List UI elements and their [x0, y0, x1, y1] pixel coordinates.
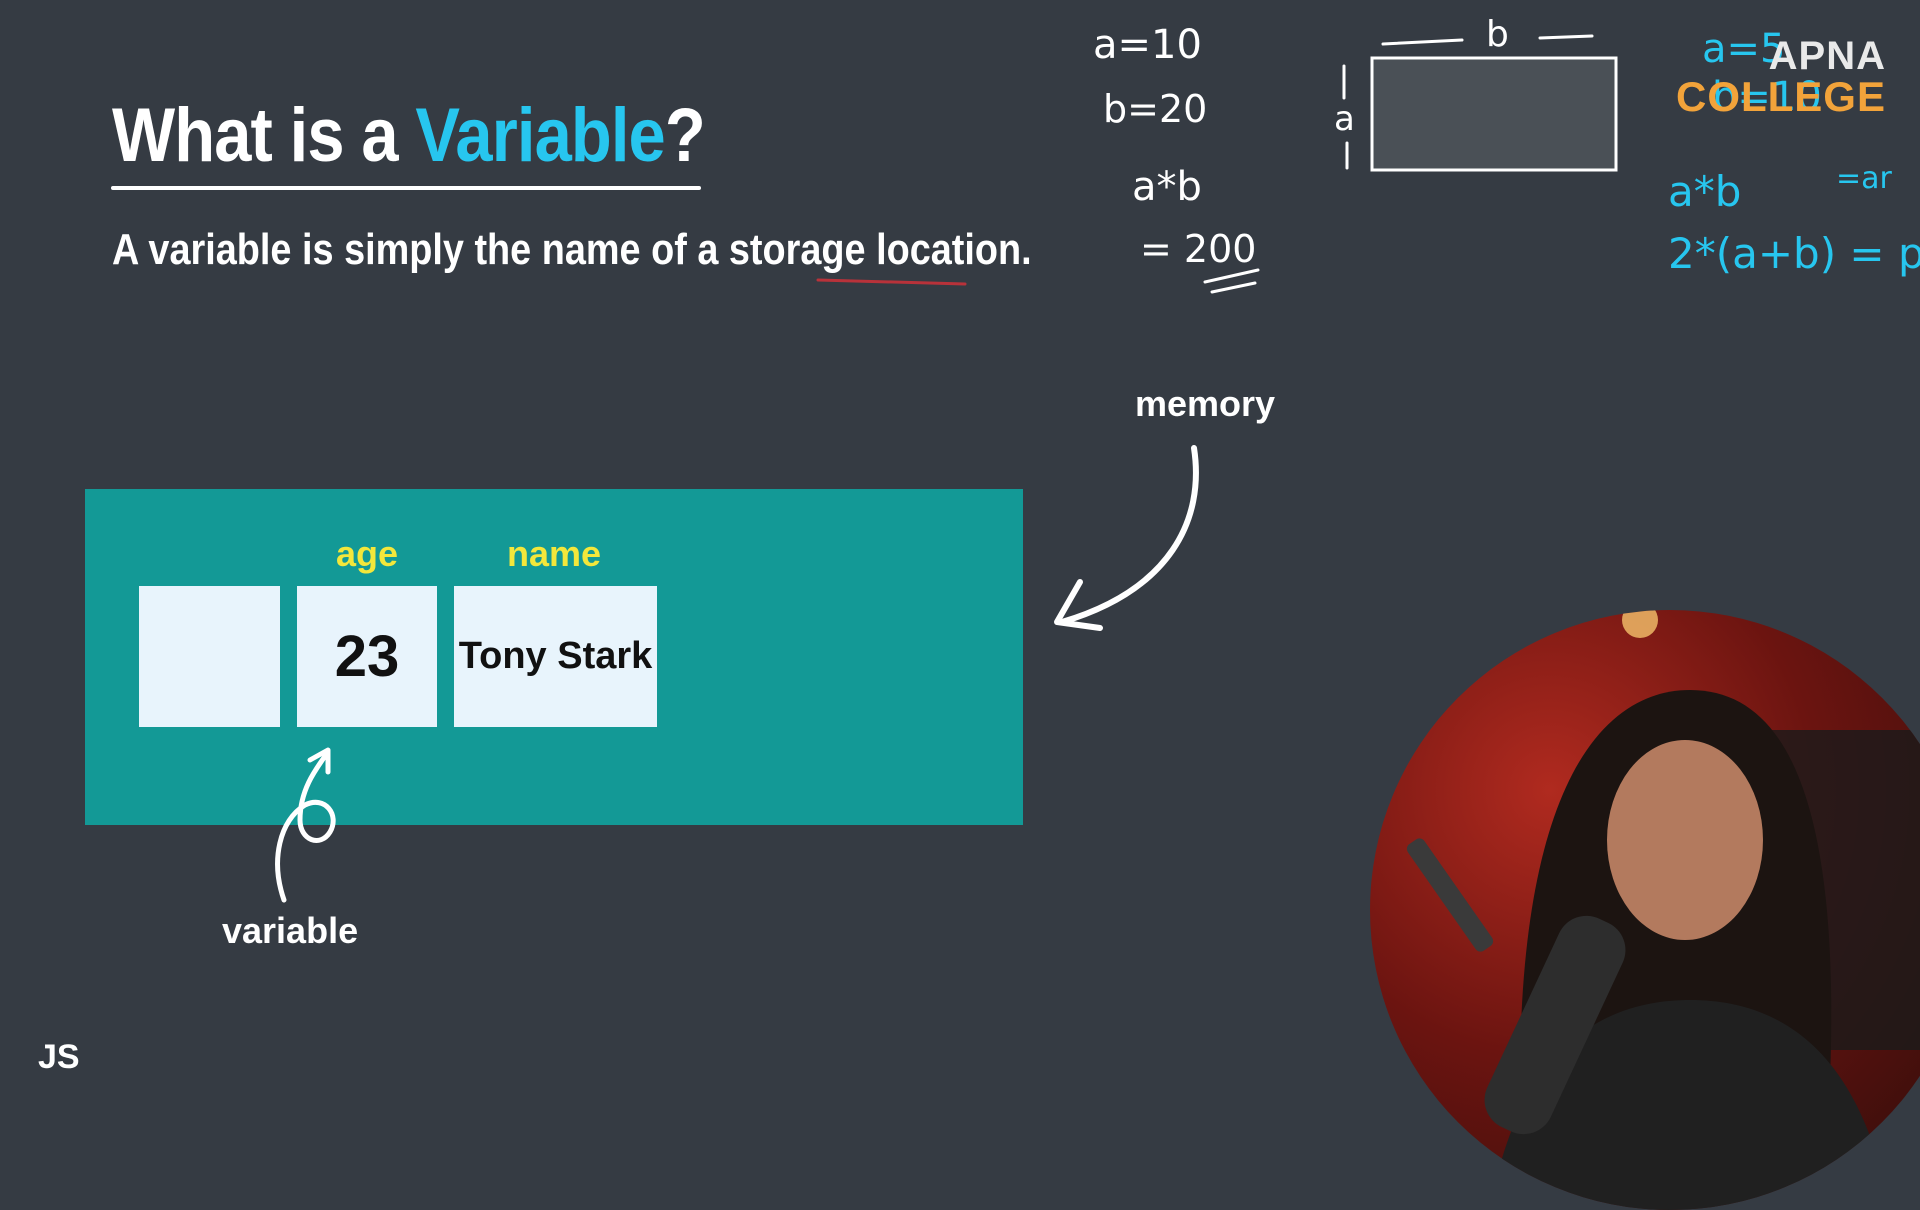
note-blue-perimeter: 2*(a+b) = p: [1668, 229, 1920, 278]
note-a-equals: a=10: [1093, 22, 1202, 68]
note-blue-area: a*b: [1668, 167, 1741, 216]
rect-side-label: a: [1334, 99, 1355, 139]
note-blue-ar: =ar: [1836, 161, 1893, 196]
note-result: = 200: [1140, 227, 1256, 271]
note-a-times-b: a*b: [1132, 164, 1202, 210]
js-badge: JS: [38, 1038, 80, 1076]
brand-logo: APNA COLLEGE: [1676, 36, 1886, 118]
memory-arrow: [1059, 445, 1199, 625]
brand-line-1: APNA: [1768, 34, 1886, 78]
variable-arrow: [275, 749, 336, 903]
brand-line-2: COLLEGE: [1675, 73, 1886, 120]
memory-arrow-head: [1054, 579, 1103, 631]
note-b-equals: b=20: [1103, 87, 1207, 131]
sketch-rectangle: [1370, 56, 1618, 172]
rect-top-label: b: [1486, 14, 1509, 55]
